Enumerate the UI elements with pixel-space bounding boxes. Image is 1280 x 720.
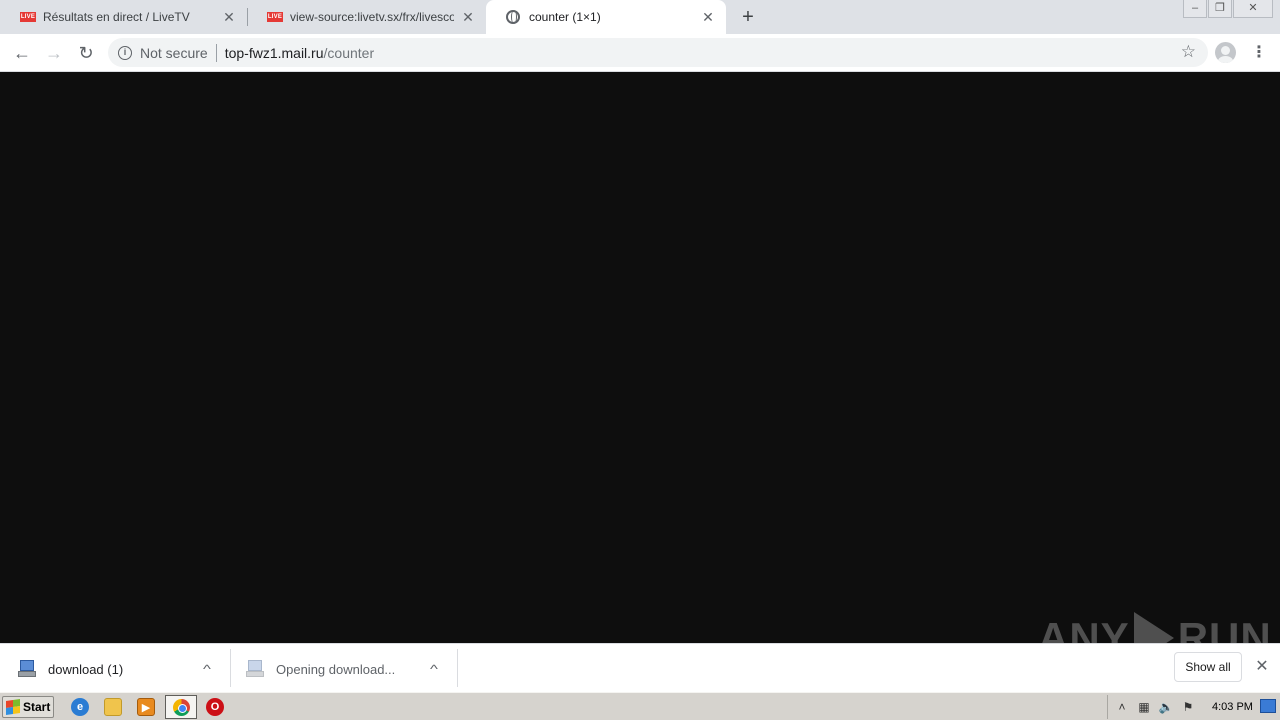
globe-icon xyxy=(506,10,520,24)
download-filename: download (1) xyxy=(48,661,124,677)
download-item[interactable]: download (1) ^ xyxy=(0,650,230,688)
tab-counter-active[interactable]: counter (1×1) ✕ xyxy=(486,0,726,34)
forward-button[interactable]: → xyxy=(42,41,66,65)
profile-avatar[interactable] xyxy=(1215,42,1236,63)
download-shelf: download (1) ^ Opening download... ^ Sho… xyxy=(0,643,1280,692)
installer-file-icon xyxy=(246,660,264,678)
info-icon[interactable]: i xyxy=(118,45,132,60)
chrome-taskbar-button[interactable] xyxy=(165,695,197,719)
ie-icon[interactable]: e xyxy=(71,698,89,716)
show-desktop-icon[interactable] xyxy=(1260,699,1276,713)
taskbar: Start e ▶ O ˄ ▦ 🔈 ⚑ 4:03 PM xyxy=(0,692,1280,720)
url-path[interactable]: /counter xyxy=(324,45,375,61)
opera-icon[interactable]: O xyxy=(206,698,224,716)
new-tab-button[interactable]: + xyxy=(737,6,759,28)
download-filename: Opening download... xyxy=(276,661,396,677)
start-label: Start xyxy=(23,700,51,714)
omnibox-divider xyxy=(215,43,217,62)
live-icon: LIVE xyxy=(267,12,283,22)
system-tray: ˄ ▦ 🔈 ⚑ 4:03 PM xyxy=(1107,695,1280,719)
menu-icon[interactable]: ⋮ xyxy=(1251,42,1267,64)
tab-strip: LIVE Résultats en direct / LiveTV ✕ LIVE… xyxy=(0,0,1280,34)
browser-toolbar: ← → ↻ i Not secure top-fwz1.mail.ru/coun… xyxy=(0,34,1280,72)
chevron-up-icon[interactable]: ^ xyxy=(421,662,446,676)
installer-file-icon xyxy=(18,660,36,678)
close-tab-icon[interactable]: ✕ xyxy=(700,9,716,25)
clock[interactable]: 4:03 PM xyxy=(1212,701,1253,713)
tab-title: counter (1×1) xyxy=(529,10,601,24)
close-shelf-icon[interactable]: ✕ xyxy=(1253,658,1271,676)
url-host[interactable]: top-fwz1.mail.ru xyxy=(225,45,324,61)
live-icon: LIVE xyxy=(20,12,36,22)
close-tab-icon[interactable]: ✕ xyxy=(221,9,237,25)
folder-icon[interactable] xyxy=(104,698,122,716)
reload-button[interactable]: ↻ xyxy=(74,41,98,65)
tab-livetv-results[interactable]: LIVE Résultats en direct / LiveTV ✕ xyxy=(0,0,247,34)
flag-icon[interactable]: ⚑ xyxy=(1180,699,1196,715)
media-player-icon[interactable]: ▶ xyxy=(137,698,155,716)
chrome-icon xyxy=(173,699,190,716)
back-button[interactable]: ← xyxy=(10,41,34,65)
close-window-button[interactable]: ✕ xyxy=(1233,0,1273,18)
security-label[interactable]: Not secure xyxy=(140,45,208,61)
tray-expand-icon[interactable]: ˄ xyxy=(1114,699,1130,715)
volume-icon[interactable]: 🔈 xyxy=(1158,699,1174,715)
start-button[interactable]: Start xyxy=(2,696,54,718)
download-item[interactable]: Opening download... ^ xyxy=(231,650,457,688)
chevron-up-icon[interactable]: ^ xyxy=(194,662,219,676)
close-tab-icon[interactable]: ✕ xyxy=(460,9,476,25)
minimize-button[interactable]: – xyxy=(1183,0,1207,18)
network-icon[interactable]: ▦ xyxy=(1136,699,1152,715)
shelf-divider xyxy=(457,649,458,687)
windows-logo-icon xyxy=(6,699,20,715)
tab-title: Résultats en direct / LiveTV xyxy=(43,10,190,24)
bookmark-star-icon[interactable]: ☆ xyxy=(1181,42,1196,62)
restore-button[interactable]: ❐ xyxy=(1208,0,1232,18)
page-content xyxy=(0,72,1280,643)
address-bar[interactable]: i Not secure top-fwz1.mail.ru/counter ☆ xyxy=(108,38,1208,67)
tab-view-source[interactable]: LIVE view-source:livetv.sx/frx/livescore… xyxy=(247,0,486,34)
show-all-button[interactable]: Show all xyxy=(1174,652,1242,682)
tab-title: view-source:livetv.sx/frx/livescore/ xyxy=(290,10,454,24)
